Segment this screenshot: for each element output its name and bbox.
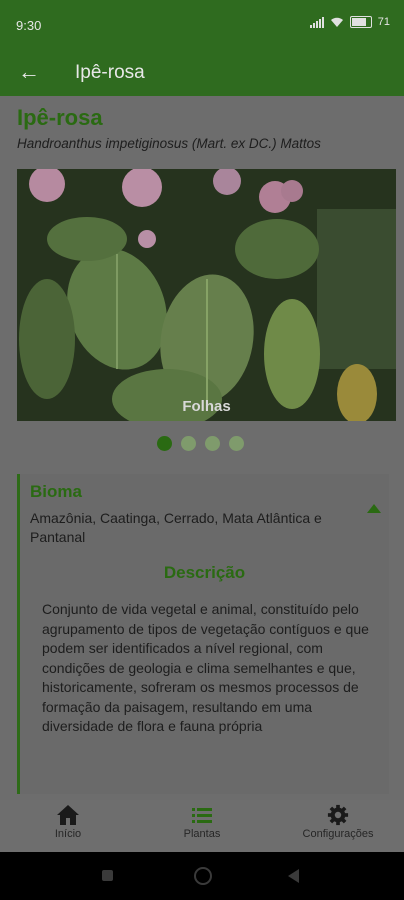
home-button-icon[interactable]: [194, 867, 212, 885]
nav-item-plantas[interactable]: Plantas: [156, 800, 248, 852]
app-bar-title: Ipê-rosa: [75, 62, 145, 83]
wifi-icon: [330, 17, 343, 27]
recent-apps-icon[interactable]: [102, 870, 113, 881]
back-arrow-icon[interactable]: ←: [18, 59, 40, 85]
plant-detail[interactable]: Ipê-rosa Handroanthus impetiginosus (Mar…: [0, 96, 404, 800]
descricao-title: Descrição: [163, 563, 246, 582]
plant-name: Ipê-rosa: [17, 105, 103, 130]
nav-label-plantas: Plantas: [183, 828, 221, 840]
bioma-card: Bioma Amazônia, Caatinga, Cerrado, Mata …: [17, 474, 389, 794]
descricao-text: Conjunto de vida vegetal e animal, const…: [42, 601, 369, 734]
nav-label-inicio: Início: [54, 828, 82, 840]
carousel-dot[interactable]: [205, 436, 220, 451]
nav-item-inicio[interactable]: Início: [22, 800, 114, 852]
photo-caption: Folhas: [182, 398, 231, 415]
collapse-arrow-icon[interactable]: [367, 504, 381, 513]
battery-level: 71: [377, 16, 390, 28]
nav-item-configuracoes[interactable]: Configurações: [288, 800, 388, 852]
battery-icon: [349, 16, 372, 28]
scientific-name: Handroanthus impetiginosus (Mart. ex DC.…: [17, 136, 321, 151]
plant-photo-carousel[interactable]: Folhas: [17, 169, 396, 421]
back-button-icon[interactable]: [288, 869, 299, 883]
list-icon: [192, 808, 212, 823]
carousel-dot[interactable]: [181, 436, 196, 451]
status-time: 9:30: [16, 18, 42, 33]
signal-icon: [309, 16, 324, 28]
app-bar: ← Ipê-rosa: [0, 50, 404, 96]
bioma-title: Bioma: [30, 482, 82, 501]
status-bar: 9:30 71: [0, 0, 404, 50]
system-navigation-bar: [0, 852, 404, 900]
bioma-text: Amazônia, Caatinga, Cerrado, Mata Atlânt…: [30, 510, 322, 545]
leaves-photo: [17, 169, 396, 421]
status-icons: 71: [309, 16, 390, 28]
bottom-navigation: Início Plantas Configurações: [0, 800, 404, 852]
nav-label-configuracoes: Configurações: [302, 828, 374, 840]
home-icon: [57, 805, 79, 825]
carousel-dot-active[interactable]: [157, 436, 172, 451]
carousel-indicator: [157, 436, 244, 451]
carousel-dot[interactable]: [229, 436, 244, 451]
gear-icon: [327, 804, 349, 826]
